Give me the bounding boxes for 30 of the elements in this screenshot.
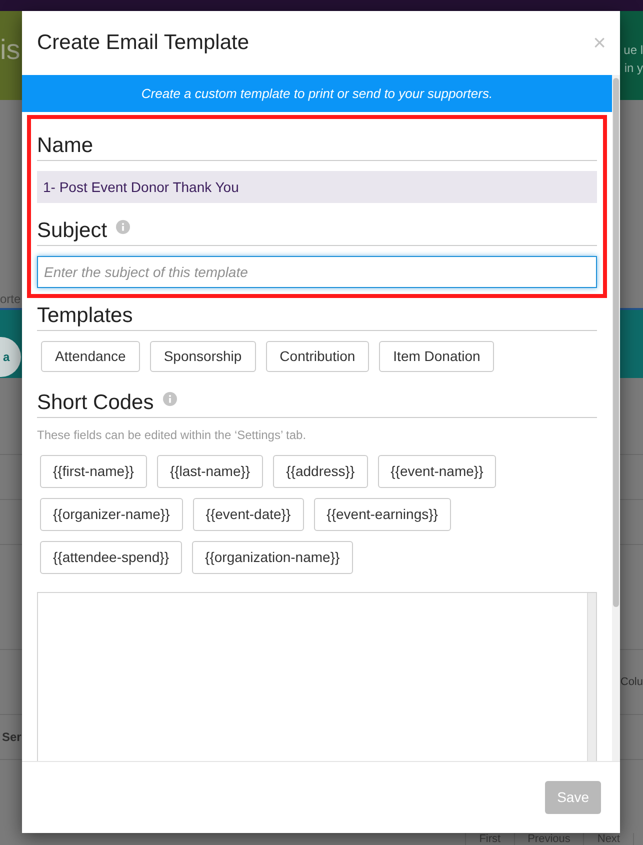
editor-area[interactable] <box>37 592 597 761</box>
row-label: Ser <box>2 729 22 746</box>
readonly-field[interactable]: 1- Post Event Donor Thank You <box>37 171 597 203</box>
short-code-button[interactable]: {{organizer-name}} <box>40 498 183 531</box>
template-button[interactable]: Item Donation <box>379 341 494 372</box>
short-code-button[interactable]: {{first-name}} <box>40 455 147 488</box>
pill-button[interactable]: a <box>0 337 21 377</box>
hint-text: These fields can be edited within the ‘Settings’ tab. <box>37 428 306 442</box>
short-code-button[interactable]: {{event-date}} <box>192 498 304 531</box>
section-heading: Short Codes <box>37 390 154 416</box>
template-button[interactable]: Contribution <box>266 341 370 372</box>
dialog-title: Create Email Template <box>37 30 250 56</box>
info-banner: Create a custom template to print or send to your supporters. <box>22 75 612 112</box>
short-code-button[interactable]: {{organization-name}} <box>192 541 353 574</box>
input-field[interactable]: Enter the subject of this template <box>37 256 597 288</box>
short-code-button[interactable]: {{event-name}} <box>378 455 496 488</box>
short-code-button[interactable]: {{event-earnings}} <box>314 498 451 531</box>
banner-text: in y <box>624 60 643 77</box>
scrollbar-thumb[interactable] <box>613 78 619 607</box>
banner-text: is <box>0 33 20 67</box>
section-heading: Name <box>37 133 94 159</box>
short-code-button[interactable]: {{attendee-spend}} <box>40 541 182 574</box>
template-button[interactable]: Sponsorship <box>150 341 256 372</box>
section-heading: Subject <box>37 218 108 244</box>
short-code-button[interactable]: {{last-name}} <box>156 455 264 488</box>
template-button[interactable]: Attendance <box>41 341 140 372</box>
banner-text: ue l <box>624 42 643 59</box>
short-code-button[interactable]: {{address}} <box>273 455 368 488</box>
section-heading: Templates <box>37 303 133 329</box>
column-header: Colu <box>620 674 643 690</box>
